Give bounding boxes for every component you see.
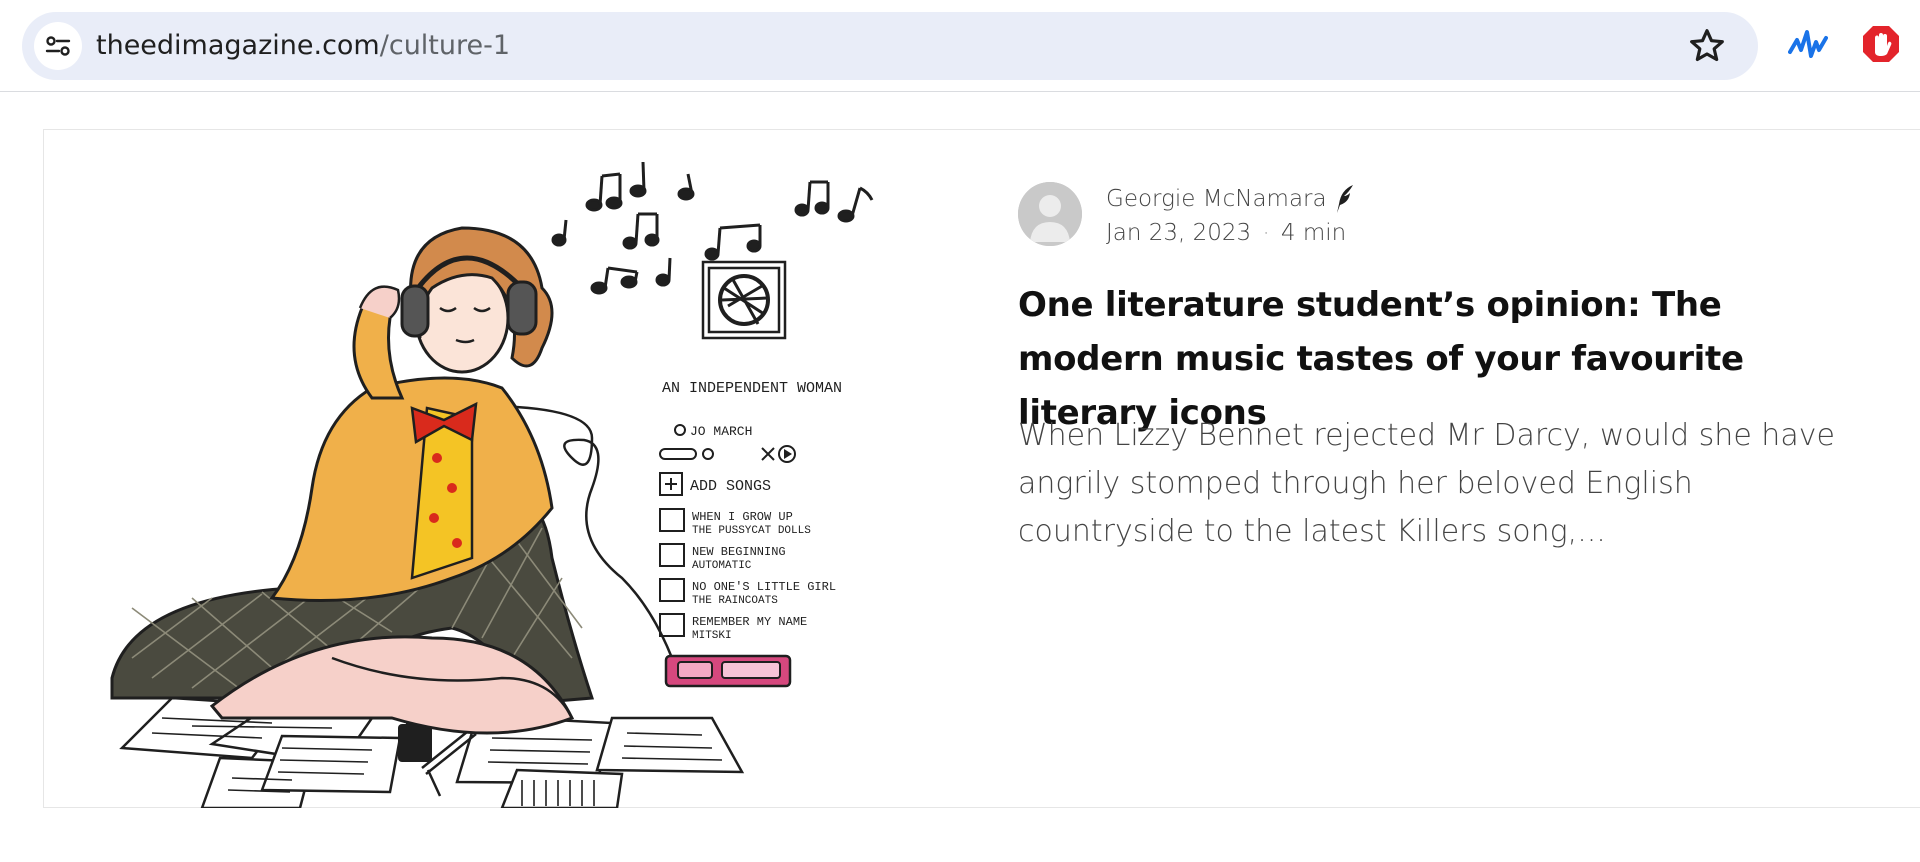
svg-text:REMEMBER MY NAME: REMEMBER MY NAME (692, 615, 807, 629)
playlist: AN INDEPENDENT WOMAN JO MARCH ADD SONGS … (659, 380, 842, 642)
post-date: Jan 23, 2023 (1106, 220, 1252, 246)
svg-text:NO ONE'S LITTLE GIRL: NO ONE'S LITTLE GIRL (692, 580, 836, 594)
author-row: Georgie McNamara (1106, 184, 1355, 214)
album-art (701, 260, 787, 340)
url-host: theedimagazine.com (96, 30, 380, 61)
playlist-title: AN INDEPENDENT WOMAN (662, 380, 842, 397)
user-placeholder-icon (1018, 182, 1082, 246)
avatar[interactable] (1018, 182, 1082, 246)
post-excerpt[interactable]: When Lizzy Bennet rejected Mr Darcy, wou… (1018, 412, 1878, 556)
star-icon[interactable] (1687, 26, 1727, 66)
date-row: Jan 23, 2023 · 4 min (1106, 220, 1346, 246)
svg-text:AUTOMATIC: AUTOMATIC (692, 560, 752, 572)
svg-text:NEW BEGINNING: NEW BEGINNING (692, 545, 786, 559)
svg-text:MITSKI: MITSKI (692, 630, 732, 642)
url-path: /culture-1 (379, 30, 511, 61)
site-settings-button[interactable] (34, 22, 82, 70)
waveform-icon[interactable] (1788, 26, 1828, 66)
music-notes (551, 161, 874, 295)
post-card[interactable]: AN INDEPENDENT WOMAN JO MARCH ADD SONGS … (43, 129, 1920, 808)
address-bar[interactable]: theedimagazine.com/culture-1 (22, 12, 1758, 80)
song-item: NO ONE'S LITTLE GIRL THE RAINCOATS (659, 578, 836, 607)
stop-hand-icon[interactable] (1861, 24, 1901, 68)
read-time: 4 min (1280, 220, 1347, 246)
add-songs-label: ADD SONGS (690, 478, 771, 495)
url-text[interactable]: theedimagazine.com/culture-1 (96, 30, 510, 62)
song-item: NEW BEGINNING AUTOMATIC (659, 543, 786, 572)
meta-separator: · (1263, 222, 1269, 244)
svg-text:THE RAINCOATS: THE RAINCOATS (692, 595, 778, 607)
post-illustration[interactable]: AN INDEPENDENT WOMAN JO MARCH ADD SONGS … (72, 158, 952, 808)
svg-text:WHEN I GROW UP: WHEN I GROW UP (692, 510, 793, 524)
song-item: WHEN I GROW UP THE PUSSYCAT DOLLS (659, 508, 811, 537)
music-player (664, 654, 792, 688)
playlist-owner: JO MARCH (690, 424, 752, 439)
quill-icon (1336, 185, 1353, 213)
tune-icon (45, 36, 71, 56)
song-item: REMEMBER MY NAME MITSKI (659, 613, 807, 642)
svg-text:THE PUSSYCAT DOLLS: THE PUSSYCAT DOLLS (692, 525, 811, 537)
author-name[interactable]: Georgie McNamara (1106, 186, 1327, 212)
browser-toolbar: theedimagazine.com/culture-1 (0, 0, 1920, 92)
